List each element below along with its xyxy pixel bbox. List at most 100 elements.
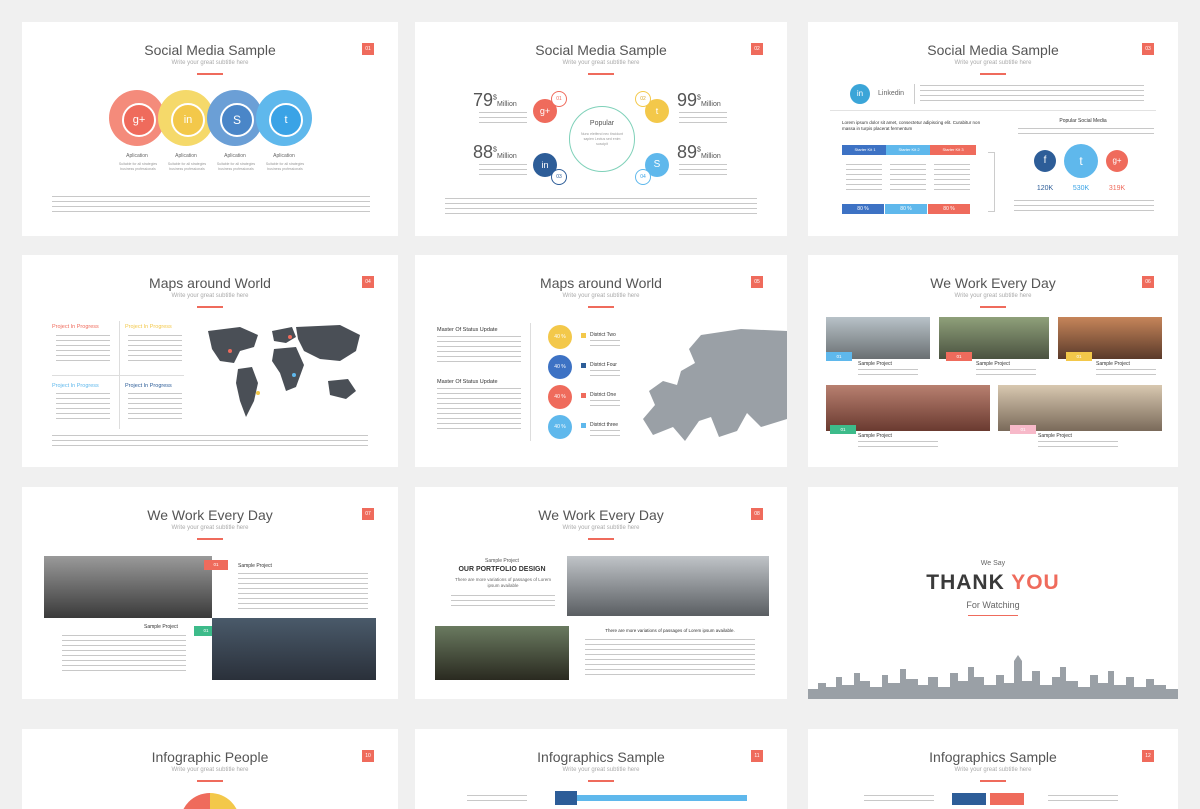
kit-text-lines (846, 164, 882, 192)
kit-text-lines (934, 164, 970, 192)
slide-social-media-2[interactable]: Social Media Sample Write your great sub… (415, 22, 787, 236)
slide-infographic-people[interactable]: Infographic People Write your great subt… (22, 729, 398, 809)
you-word: YOU (1011, 571, 1060, 594)
district-swatch (581, 393, 586, 398)
title-underline (588, 73, 614, 75)
project-label: Project In Progress (125, 324, 172, 330)
slide-title: We Work Every Day (538, 507, 664, 523)
project-label: Project In Progress (52, 383, 99, 389)
linkedin-label: Linkedin (878, 90, 905, 97)
slide-title: Social Media Sample (144, 42, 276, 58)
info-text-lines (864, 795, 934, 803)
status-heading: Master Of Status Update (437, 379, 498, 385)
title-underline (980, 73, 1006, 75)
title-underline (197, 780, 223, 782)
skype-icon: S (220, 103, 254, 137)
slide-infographics-1[interactable]: Infographics Sample Write your great sub… (415, 729, 787, 809)
app-label: Aplication (175, 153, 197, 159)
slide-title: Maps around World (149, 275, 271, 291)
photo-tag: 01 (204, 560, 228, 570)
google-plus-icon: g+ (1106, 150, 1128, 172)
twitter-count: 530K (1072, 185, 1090, 192)
for-watching-label: For Watching (966, 600, 1020, 610)
slide-title: Infographics Sample (537, 749, 665, 765)
project-text-lines (56, 335, 110, 365)
info-bar (577, 795, 747, 801)
slide-work-3[interactable]: We Work Every Day Write your great subti… (415, 487, 787, 699)
facebook-count: 120K (1036, 185, 1054, 192)
mail-icon (555, 791, 577, 805)
sample-text-lines (62, 635, 186, 671)
app-desc: Suitable for all strategies business pro… (216, 162, 256, 171)
tab-starter-kit-3: Starter Kit 3 (930, 145, 976, 155)
linkedin-icon: in (850, 84, 870, 104)
google-plus-icon: g+ (122, 103, 156, 137)
sample-label: Sample Project (1096, 361, 1130, 367)
slide-subtitle: Write your great subtitle here (171, 525, 249, 531)
sample-text-lines (858, 441, 938, 451)
slide-title: Infographics Sample (929, 749, 1057, 765)
slide-social-media-1[interactable]: Social Media Sample Write your great sub… (22, 22, 398, 236)
body-text-lines (52, 435, 368, 447)
slide-work-2[interactable]: We Work Every Day Write your great subti… (22, 487, 398, 699)
info-text-lines (1048, 795, 1118, 803)
district-swatch (581, 363, 586, 368)
district-swatch (581, 333, 586, 338)
slide-maps-1[interactable]: Maps around World Write your great subti… (22, 255, 398, 467)
thank-you-heading: THANK YOU (808, 571, 1178, 595)
stat-number: 79 (473, 90, 494, 110)
district-text-lines (590, 400, 620, 410)
slide-number: 07 (362, 508, 374, 520)
twitter-icon: t (269, 103, 303, 137)
percent-bar: 80 % (928, 204, 970, 214)
we-say-label: We Say (980, 560, 1006, 567)
slide-work-1[interactable]: We Work Every Day Write your great subti… (808, 255, 1178, 467)
percent-circle: 40 % (548, 355, 572, 379)
facebook-icon: f (1034, 150, 1056, 172)
stat-unit: Million (496, 153, 517, 160)
photo-tag: 01 (946, 352, 972, 361)
slide-social-media-3[interactable]: Social Media Sample Write your great sub… (808, 22, 1178, 236)
body-text-lines (445, 198, 757, 218)
slide-infographics-2[interactable]: Infographics Sample Write your great sub… (808, 729, 1178, 809)
stat-number: 89 (677, 142, 698, 162)
title-underline (197, 538, 223, 540)
project-label: Project In Progress (52, 324, 99, 330)
slide-subtitle: Write your great subtitle here (562, 60, 640, 66)
column-divider (530, 323, 531, 441)
sample-text-lines (1038, 441, 1118, 451)
project-text-lines (56, 393, 110, 423)
linkedin-divider (914, 84, 915, 104)
slide-title: Social Media Sample (535, 42, 667, 58)
google-plus-count: 319K (1108, 185, 1126, 192)
stat-number: 88 (473, 142, 494, 162)
slide-subtitle: Write your great subtitle here (562, 525, 640, 531)
stat-text-lines (479, 112, 527, 127)
sample-text-lines (976, 369, 1036, 379)
project-text-lines (128, 393, 182, 423)
title-underline (588, 538, 614, 540)
app-desc: Suitable for all strategies business pro… (265, 162, 305, 171)
slide-number: 12 (1142, 750, 1154, 762)
project-label: Project In Progress (125, 383, 172, 389)
grid-h-divider (52, 375, 184, 376)
title-underline (197, 73, 223, 75)
title-underline (588, 780, 614, 782)
slide-subtitle: Write your great subtitle here (562, 293, 640, 299)
slide-number: 04 (362, 276, 374, 288)
percent-circle: 40 % (548, 415, 572, 439)
slide-number: 03 (1142, 43, 1154, 55)
quote-text-lines (585, 639, 755, 679)
badge-03: 03 (551, 169, 567, 185)
sample-text-lines (1096, 369, 1156, 379)
info-shape (990, 793, 1024, 805)
slide-maps-2[interactable]: Maps around World Write your great subti… (415, 255, 787, 467)
stat-number: 99 (677, 90, 698, 110)
portfolio-caption: There are more variations of passages of… (454, 577, 552, 588)
stat-text-lines (679, 112, 727, 127)
sample-text-lines (238, 573, 368, 609)
slide-thank-you[interactable]: We Say THANK YOU For Watching (808, 487, 1178, 699)
status-text-lines (437, 336, 521, 366)
app-desc: Suitable for all strategies business pro… (167, 162, 207, 171)
stat-unit: Million (700, 153, 721, 160)
